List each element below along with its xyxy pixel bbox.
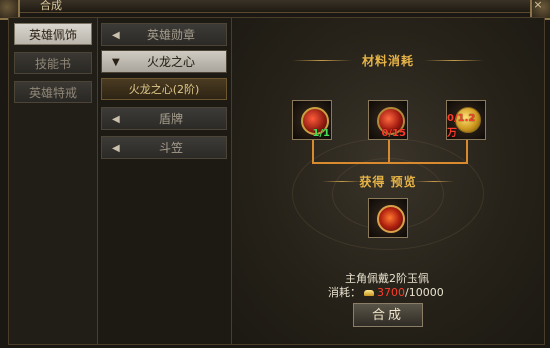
fire-dragon-heart-icon — [377, 205, 405, 233]
tree-item-fire-dragon-heart[interactable]: ▼ 火龙之心 — [101, 50, 227, 73]
tree-item-label: 英雄勋章 — [146, 28, 195, 42]
category-hero-accessory[interactable]: 英雄佩饰 — [14, 23, 92, 45]
tree-item-hero-medal[interactable]: ◀ 英雄勋章 — [101, 23, 227, 46]
material-slot-1[interactable]: 1/1 — [292, 100, 332, 140]
window-title: 合成 — [40, 0, 62, 12]
tree-item-label: 火龙之心 — [146, 55, 195, 69]
tree-item-shield[interactable]: ◀ 盾牌 — [101, 107, 227, 130]
result-slot[interactable] — [368, 198, 408, 238]
synthesize-button[interactable]: 合成 — [353, 303, 423, 327]
category-hero-ring[interactable]: 英雄特戒 — [14, 81, 92, 103]
connector-line — [312, 162, 468, 164]
material-count: 1/1 — [312, 128, 330, 139]
cost-line: 消耗： 3700/10000 — [328, 284, 444, 300]
tree-item-label: 盾牌 — [158, 112, 183, 126]
category-skill-book[interactable]: 技能书 — [14, 52, 92, 74]
connector-line — [388, 140, 390, 163]
materials-title: 材料消耗 — [361, 54, 414, 68]
synthesis-window: 合成 × 英雄佩饰 技能书 英雄特戒 ◀ 英雄勋章 ▼ 火龙之心 火龙之心(2阶… — [0, 0, 550, 348]
connector-line — [466, 140, 468, 163]
cost-total: /10000 — [405, 286, 444, 299]
title-ornament-right — [424, 60, 484, 61]
material-slot-3[interactable]: 0/1.2万 — [446, 100, 486, 140]
connector-line — [312, 140, 314, 163]
title-bar: 合成 — [0, 0, 550, 13]
gold-ingot-icon — [364, 290, 374, 296]
title-ornament-right — [414, 181, 454, 182]
category-panel: 英雄佩饰 技能书 英雄特戒 — [8, 17, 98, 345]
material-count: 0/1.2万 — [447, 113, 476, 139]
material-count: 0/15 — [381, 128, 406, 139]
close-button[interactable]: × — [530, 0, 546, 12]
title-ornament-left — [292, 60, 352, 61]
tree-subitem-fire-dragon-heart-2[interactable]: 火龙之心(2阶) — [101, 78, 227, 100]
synthesis-detail-panel: 材料消耗 1/1 0/15 0/1.2万 获得 预览 主角佩戴2阶玉佩 消耗： 3… — [231, 17, 545, 345]
material-slot-2[interactable]: 0/15 — [368, 100, 408, 140]
cost-label: 消耗： — [328, 286, 361, 299]
item-tree-panel: ◀ 英雄勋章 ▼ 火龙之心 火龙之心(2阶) ◀ 盾牌 ◀ 斗笠 — [97, 17, 232, 345]
tree-item-hat[interactable]: ◀ 斗笠 — [101, 136, 227, 159]
cost-current: 3700 — [377, 286, 405, 299]
tree-item-label: 斗笠 — [158, 141, 183, 155]
